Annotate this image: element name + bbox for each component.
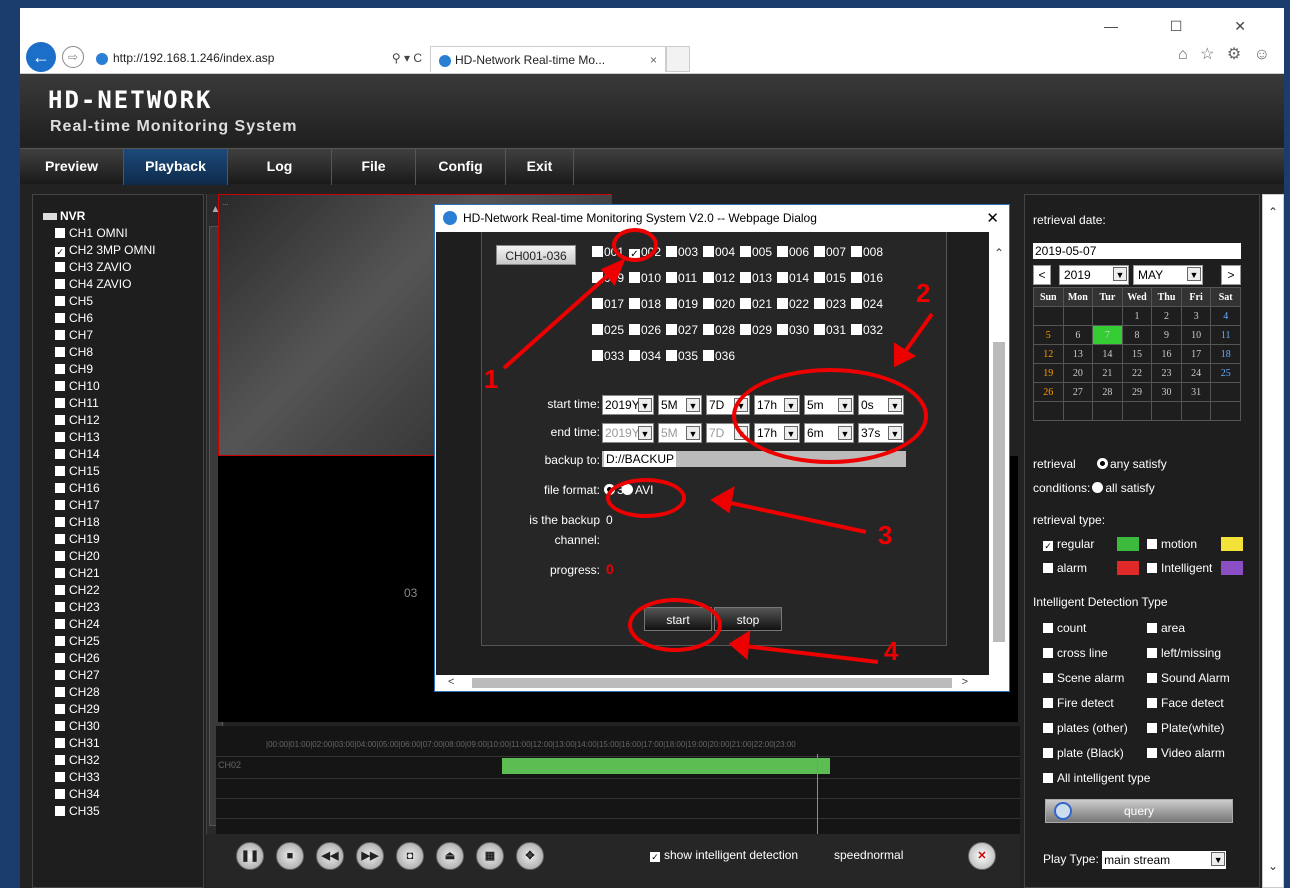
annotation-circle-4 [628, 598, 722, 652]
annotation-number-3: 3 [878, 520, 893, 550]
annotation-number-4: 4 [884, 636, 899, 666]
annotation-number-1: 1 [484, 364, 499, 394]
annotation-circle-3 [606, 478, 686, 518]
browser-window: ← ⇨ http://192.168.1.246/index.asp ⚲ ▾ C… [20, 8, 1284, 888]
annotation-circle-2 [732, 368, 928, 464]
annotation-circle-1 [612, 228, 658, 262]
annotation-number-2: 2 [916, 278, 931, 308]
annotation-arrows [502, 258, 934, 664]
